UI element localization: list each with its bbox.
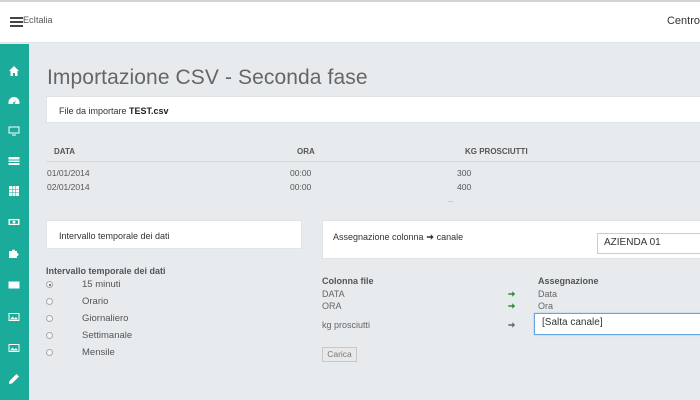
table-cell: 01/01/2014 [47,168,90,178]
puzzle-icon[interactable] [7,246,21,260]
table-cell: 02/01/2014 [47,182,90,192]
table-cell: 400 [457,182,472,192]
image-icon[interactable] [7,310,21,324]
list-icon[interactable] [7,154,21,168]
main-content: Importazione CSV - Seconda fase File da … [29,44,700,400]
arrow-right-icon [507,302,516,310]
interval-title: Intervallo temporale dei dati [46,266,166,276]
radio-button[interactable] [46,281,53,288]
grid-icon[interactable] [7,184,21,198]
mapping-file-column: kg prosciutti [322,320,371,330]
radio-button[interactable] [46,332,53,339]
carica-button[interactable]: Carica [322,347,357,362]
page-title: Importazione CSV - Seconda fase [47,66,368,89]
column-header: ORA [297,147,315,156]
radio-label: Settimanale [82,330,133,341]
assignment-header: Assegnazione [538,276,599,286]
radio-label: 15 minuti [82,279,121,290]
mapping-file-column: DATA [322,289,345,299]
arrow-right-icon [426,234,434,240]
mapping-assignment: Ora [538,301,554,311]
interval-panel: Intervallo temporale dei dati [46,220,302,249]
assignment-label-prefix: Assegnazione colonna [333,232,424,242]
menu-icon[interactable] [10,17,23,27]
file-label: File da importare [59,106,127,116]
dashboard-icon[interactable] [7,94,21,108]
radio-button[interactable] [46,349,53,356]
radio-button[interactable] [46,315,53,322]
column-header: DATA [54,147,76,156]
arrow-right-icon [507,321,516,329]
brand-name[interactable]: EcItalia [23,15,53,25]
radio-button[interactable] [46,298,53,305]
assignment-panel: Assegnazione colonna canale AZIENDA 01 [322,220,700,259]
file-name: TEST.csv [129,106,169,116]
home-icon[interactable] [7,64,21,78]
column-header: KG PROSCIUTTI [465,147,528,156]
table-cell: 00:00 [290,168,312,178]
radio-label: Orario [82,296,109,307]
header-right-text[interactable]: Centro [667,15,700,27]
envelope-icon[interactable] [7,278,21,292]
sidebar [0,44,29,400]
radio-label: Giornaliero [82,313,129,324]
company-select[interactable]: AZIENDA 01 [597,233,700,254]
top-bar: EcItalia Centro [0,0,700,43]
table-cell: 300 [457,168,472,178]
monitor-icon[interactable] [7,124,21,138]
channel-select[interactable]: [Salta canale] [534,313,700,335]
table-divider [46,161,700,162]
more-rows-indicator: ... [448,197,454,204]
table-cell: 00:00 [290,182,312,192]
pencil-icon[interactable] [7,372,21,386]
mapping-file-column: ORA [322,301,342,311]
image-icon[interactable] [7,341,21,355]
file-panel: File da importare TEST.csv [46,96,700,123]
arrow-right-icon [507,290,516,298]
interval-panel-label: Intervallo temporale dei dati [59,231,170,241]
column-file-header: Colonna file [322,276,374,286]
radio-label: Mensile [82,347,115,358]
assignment-label-suffix: canale [436,232,464,242]
mapping-assignment: Data [538,289,558,299]
money-icon[interactable] [7,215,21,229]
